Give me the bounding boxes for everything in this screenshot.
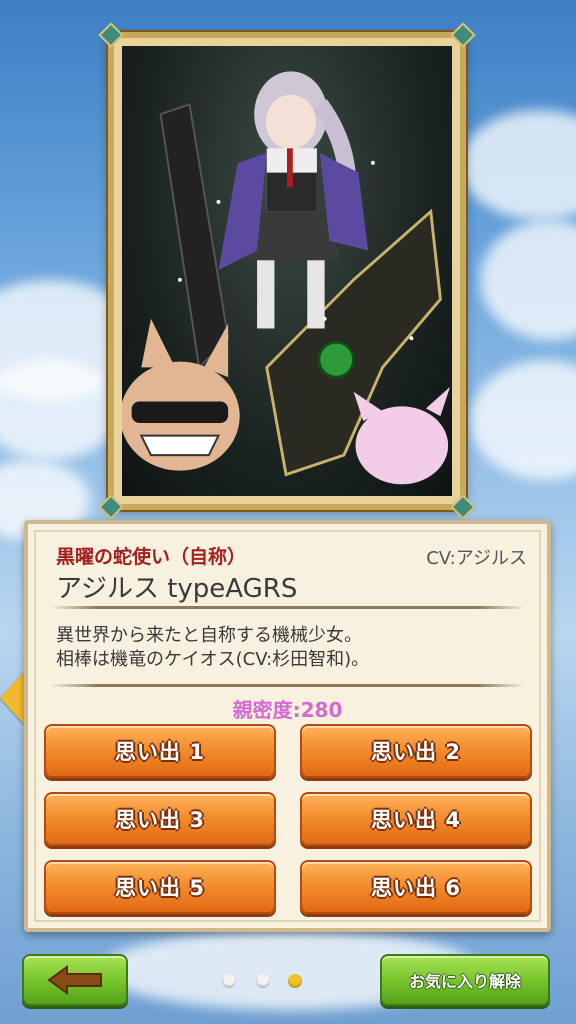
divider <box>50 684 525 687</box>
memory-button-3[interactable]: 思い出 3 <box>44 792 276 846</box>
card-corner-ornament <box>450 494 476 520</box>
caret-left-icon[interactable] <box>0 672 24 724</box>
character-card[interactable] <box>98 22 476 520</box>
memory-button-1[interactable]: 思い出 1 <box>44 724 276 778</box>
memory-button-5[interactable]: 思い出 5 <box>44 860 276 914</box>
memory-button-2[interactable]: 思い出 2 <box>300 724 532 778</box>
character-description: 異世界から来たと自称する機械少女。 相棒は機竜のケイオス(CV:杉田智和)。 <box>56 624 526 672</box>
card-corner-ornament <box>98 494 124 520</box>
description-line: 相棒は機竜のケイオス(CV:杉田智和)。 <box>56 649 370 670</box>
intimacy-level: 親密度:280 <box>232 698 343 722</box>
page-indicator-dot[interactable] <box>222 974 236 988</box>
voice-actor: CV:アジルス <box>426 548 527 569</box>
page-indicator-dot-active[interactable] <box>288 974 302 988</box>
page-indicator-dot[interactable] <box>256 974 270 988</box>
character-illustration <box>122 46 452 496</box>
card-corner-ornament <box>450 22 476 48</box>
character-title: 黒曜の蛇使い（自称） <box>56 546 247 568</box>
divider <box>50 606 525 609</box>
memory-button-4[interactable]: 思い出 4 <box>300 792 532 846</box>
character-info-panel: 黒曜の蛇使い（自称） CV:アジルス アジルス typeAGRS 異世界から来た… <box>24 520 551 932</box>
unfavorite-button[interactable]: お気に入り解除 <box>380 954 550 1006</box>
left-arrow-icon <box>47 965 102 995</box>
description-line: 異世界から来たと自称する機械少女。 <box>56 625 362 646</box>
memory-button-6[interactable]: 思い出 6 <box>300 860 532 914</box>
card-corner-ornament <box>98 22 124 48</box>
back-button[interactable] <box>22 954 128 1006</box>
character-name: アジルス typeAGRS <box>56 574 298 604</box>
